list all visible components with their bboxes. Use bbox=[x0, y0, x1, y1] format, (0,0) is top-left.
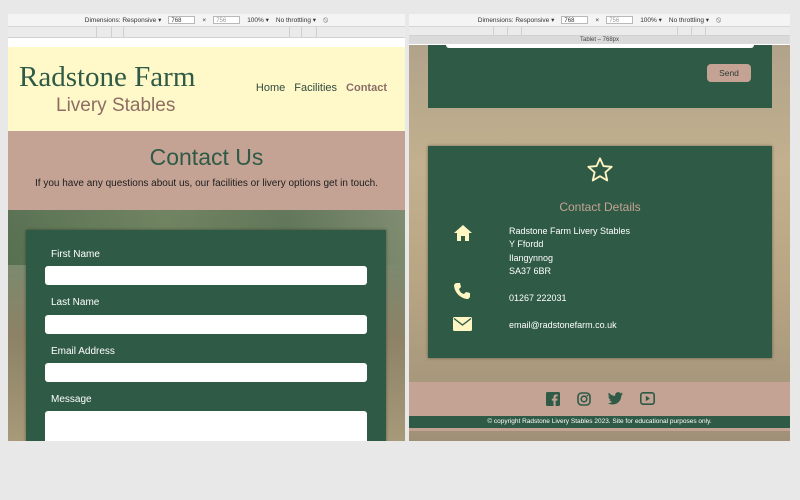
throttling-label: No throttling bbox=[668, 17, 704, 24]
zoom-label: 100% bbox=[640, 17, 657, 24]
phone-number[interactable]: 01267 222031 bbox=[509, 292, 567, 305]
last-name-label: Last Name bbox=[51, 297, 100, 308]
dimensions-label: Dimensions: Responsive bbox=[84, 17, 157, 24]
brand-title[interactable]: Radstone Farm bbox=[19, 61, 195, 94]
last-name-input[interactable] bbox=[45, 315, 367, 334]
zoom-label: 100% bbox=[247, 17, 264, 24]
zoom-dropdown[interactable]: 100% ▾ bbox=[247, 16, 269, 24]
height-input[interactable]: 756 bbox=[606, 16, 634, 24]
address-line: SA37 6BR bbox=[509, 265, 552, 276]
page-viewport: Send Contact Details Radstone Farm Liver… bbox=[409, 45, 790, 441]
nav-home[interactable]: Home bbox=[256, 82, 285, 94]
address-line: Ilangynnog bbox=[509, 252, 554, 263]
height-input[interactable]: 756 bbox=[213, 16, 241, 24]
send-button[interactable]: Send bbox=[707, 64, 751, 82]
address-line: Y Ffordd bbox=[509, 239, 544, 250]
dimensions-dropdown[interactable]: Dimensions: Responsive ▾ bbox=[85, 16, 162, 24]
ruler-tick bbox=[289, 27, 290, 37]
rotate-icon[interactable]: ⦸ bbox=[716, 15, 721, 25]
site-header: Radstone Farm Livery Stables Home Facili… bbox=[8, 47, 405, 131]
copyright-bar: © copyright Radstone Livery Stables 2023… bbox=[409, 416, 790, 428]
first-name-label: First Name bbox=[51, 249, 100, 260]
ruler-tick bbox=[123, 27, 124, 37]
email-input[interactable] bbox=[45, 363, 367, 382]
email-link[interactable]: email@radstonefarm.co.uk bbox=[509, 319, 617, 332]
youtube-icon[interactable] bbox=[640, 392, 655, 405]
times-sign: × bbox=[595, 16, 600, 24]
width-input[interactable]: 768 bbox=[168, 16, 196, 24]
browser-viewport-right: Dimensions: Responsive ▾ 768 × 756 100% … bbox=[409, 14, 790, 441]
twitter-icon[interactable] bbox=[608, 392, 623, 405]
ruler-tick bbox=[705, 27, 706, 35]
page-title: Contact Us bbox=[149, 144, 264, 170]
ruler-tick bbox=[521, 27, 522, 35]
ruler-tick bbox=[691, 27, 692, 35]
contact-details-title: Contact Details bbox=[559, 200, 641, 214]
browser-viewport-left: Dimensions: Responsive ▾ 768 × 756 100% … bbox=[8, 14, 405, 441]
brand-subtitle: Livery Stables bbox=[56, 95, 176, 116]
ruler-tick bbox=[111, 27, 112, 37]
throttling-dropdown[interactable]: No throttling ▾ bbox=[669, 16, 709, 24]
ruler-tick bbox=[96, 27, 97, 37]
dimensions-label: Dimensions: Responsive bbox=[477, 17, 550, 24]
throttling-dropdown[interactable]: No throttling ▾ bbox=[276, 16, 316, 24]
main-nav: Home Facilities Contact bbox=[256, 82, 387, 94]
media-query-ruler bbox=[409, 27, 790, 36]
first-name-input[interactable] bbox=[45, 266, 367, 285]
address-block: Radstone Farm Livery Stables Y Ffordd Il… bbox=[509, 225, 630, 278]
rotate-icon[interactable]: ⦸ bbox=[323, 15, 328, 25]
ruler-tick bbox=[507, 27, 508, 35]
width-input[interactable]: 768 bbox=[561, 16, 589, 24]
dimensions-dropdown[interactable]: Dimensions: Responsive ▾ bbox=[478, 16, 555, 24]
message-textarea[interactable] bbox=[446, 45, 754, 48]
device-toolbar: Dimensions: Responsive ▾ 768 × 756 100% … bbox=[8, 14, 405, 27]
page-viewport: Radstone Farm Livery Stables Home Facili… bbox=[8, 47, 405, 441]
star-icon bbox=[587, 157, 613, 182]
message-textarea[interactable] bbox=[45, 411, 367, 441]
address-line: Radstone Farm Livery Stables bbox=[509, 226, 631, 236]
ruler-tick bbox=[301, 27, 302, 37]
zoom-dropdown[interactable]: 100% ▾ bbox=[640, 16, 662, 24]
contact-form-card: First Name Last Name Email Address Messa… bbox=[26, 230, 386, 441]
background-photo: First Name Last Name Email Address Messa… bbox=[8, 210, 405, 441]
nav-contact[interactable]: Contact bbox=[346, 82, 387, 94]
facebook-icon[interactable] bbox=[546, 392, 560, 406]
ruler-tick bbox=[493, 27, 494, 35]
envelope-icon bbox=[453, 317, 472, 331]
message-label: Message bbox=[51, 394, 92, 405]
media-query-ruler bbox=[8, 27, 405, 38]
device-toolbar: Dimensions: Responsive ▾ 768 × 756 100% … bbox=[409, 14, 790, 27]
times-sign: × bbox=[202, 16, 207, 24]
hero-banner: Contact Us If you have any questions abo… bbox=[8, 131, 405, 210]
instagram-icon[interactable] bbox=[577, 392, 591, 406]
ruler-tick bbox=[316, 27, 317, 37]
contact-details-card: Contact Details Radstone Farm Livery Sta… bbox=[428, 146, 772, 358]
device-size-label: Tablet – 768px bbox=[409, 36, 790, 44]
ruler-tick bbox=[677, 27, 678, 35]
email-label: Email Address bbox=[51, 346, 115, 357]
throttling-label: No throttling bbox=[275, 17, 311, 24]
home-icon bbox=[454, 225, 472, 241]
contact-form-card: Send bbox=[428, 45, 772, 108]
page-subtitle: If you have any questions about us, our … bbox=[35, 178, 378, 189]
phone-icon bbox=[454, 283, 470, 299]
nav-facilities[interactable]: Facilities bbox=[294, 82, 337, 94]
